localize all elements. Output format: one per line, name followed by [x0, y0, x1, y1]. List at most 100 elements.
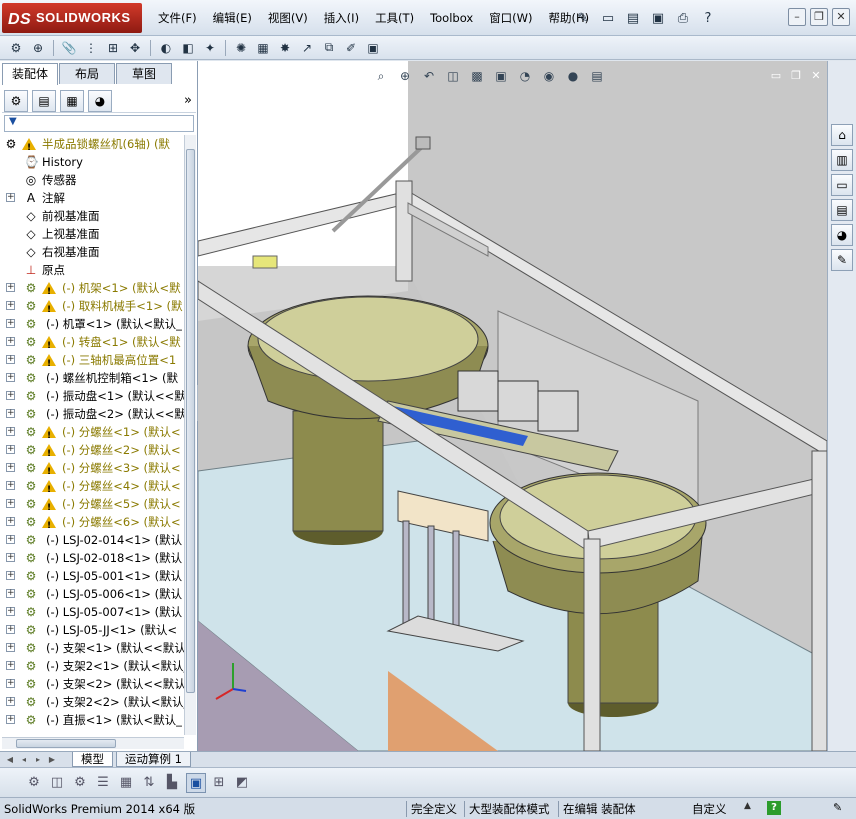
export-icon[interactable]: ◩ — [232, 773, 252, 793]
notification-icon[interactable]: ✎ — [833, 801, 847, 815]
expand-toggle[interactable]: + — [6, 571, 15, 580]
zoom-area-icon[interactable]: ⊕ — [396, 67, 414, 85]
grid-icon[interactable]: ▦ — [116, 773, 136, 793]
minimize-button[interactable]: – — [788, 8, 806, 26]
tab-layout[interactable]: 布局 — [59, 63, 115, 84]
viewport-restore-icon[interactable]: ❐ — [789, 69, 803, 83]
tree-root[interactable]: ⚙ 半成品锁螺丝机(6轴) (默 — [0, 135, 184, 157]
move-component-icon[interactable]: ✥ — [125, 38, 145, 58]
interference-icon[interactable]: ⧉ — [319, 38, 339, 58]
expand-toggle[interactable]: + — [6, 481, 15, 490]
appearances-icon[interactable]: ◕ — [831, 224, 853, 246]
mate-list-icon[interactable]: ⇅ — [139, 773, 159, 793]
table-icon[interactable]: ⊞ — [209, 773, 229, 793]
expand-toggle[interactable]: + — [6, 409, 15, 418]
tree-item-annotations[interactable]: + A 注解 — [0, 189, 184, 207]
large-assembly-status[interactable]: 大型装配体模式 — [464, 801, 554, 817]
expand-toggle[interactable]: + — [6, 661, 15, 670]
expand-toggle[interactable]: + — [6, 697, 15, 706]
mate-icon[interactable]: 📎 — [59, 38, 79, 58]
tree-item-history[interactable]: ⌚ History — [0, 153, 184, 171]
expand-toggle[interactable]: + — [6, 427, 15, 436]
menu-window[interactable]: 窗口(W) — [481, 9, 540, 27]
edit-component-icon[interactable]: ⚙ — [6, 38, 26, 58]
expand-toggle[interactable]: + — [6, 355, 15, 364]
scroll-thumb[interactable] — [16, 739, 116, 748]
open-folder-icon[interactable]: ▤ — [622, 8, 644, 28]
expand-toggle[interactable]: + — [6, 373, 15, 382]
tree-component-row[interactable]: + ⚙ (-) LSJ-05-001<1> (默认 — [0, 567, 184, 585]
bill-of-materials-icon[interactable]: ▦ — [253, 38, 273, 58]
tab-sketch[interactable]: 草图 — [116, 63, 172, 84]
custom-properties-icon[interactable]: ✎ — [831, 249, 853, 271]
resources-home-icon[interactable]: ⌂ — [831, 124, 853, 146]
expand-toggle[interactable]: + — [6, 283, 15, 292]
prev-tab-icon[interactable]: ◂ — [18, 754, 30, 766]
tree-component-row[interactable]: + ⚙ (-) 分螺丝<2> (默认< — [0, 441, 184, 463]
property-manager-icon[interactable]: ▤ — [32, 89, 56, 112]
save-icon[interactable]: ▣ — [647, 8, 669, 28]
help-question-icon[interactable]: ? — [697, 8, 719, 28]
tree-item-sensors[interactable]: ◎ 传感器 — [0, 171, 184, 189]
view-palette-icon[interactable]: ▤ — [831, 199, 853, 221]
tree-filter[interactable]: ▼ — [4, 115, 194, 132]
graphics-viewport[interactable]: ⌕ ⊕ ↶ ◫ ▩ ▣ ◔ ◉ ● ▤ ▭ ❐ ✕ — [198, 61, 827, 751]
expand-toggle[interactable]: + — [6, 391, 15, 400]
tab-model[interactable]: 模型 — [72, 752, 113, 767]
expand-toggle[interactable]: + — [6, 643, 15, 652]
tree-component-row[interactable]: + ⚙ (-) 分螺丝<1> (默认< — [0, 423, 184, 445]
tree-component-row[interactable]: + ⚙ (-) 转盘<1> (默认<默 — [0, 333, 184, 355]
next-tab-icon[interactable]: ▸ — [32, 754, 44, 766]
new-motion-study-icon[interactable]: ✺ — [231, 38, 251, 58]
view-cube-icon[interactable]: ◫ — [47, 773, 67, 793]
expand-toggle[interactable]: + — [6, 535, 15, 544]
tree-component-row[interactable]: + ⚙ (-) 支架2<1> (默认<默认_ — [0, 657, 184, 675]
section-view-icon[interactable]: ◫ — [444, 67, 462, 85]
dynamic-annotation-icon[interactable]: ▩ — [468, 67, 486, 85]
view-orientation-icon[interactable]: ▣ — [492, 67, 510, 85]
shaded-view-icon[interactable]: ▣ — [186, 773, 206, 793]
instant3d-icon[interactable]: ✐ — [341, 38, 361, 58]
tree-component-row[interactable]: + ⚙ (-) LSJ-02-018<1> (默认 — [0, 549, 184, 567]
expand-toggle[interactable]: + — [6, 193, 15, 202]
tree-vertical-scrollbar[interactable] — [184, 135, 196, 735]
insert-component-icon[interactable]: ⊕ — [28, 38, 48, 58]
tree-component-row[interactable]: + ⚙ (-) LSJ-02-014<1> (默认 — [0, 531, 184, 549]
viewport-close-icon[interactable]: ✕ — [809, 69, 823, 83]
display-style-icon[interactable]: ◔ — [516, 67, 534, 85]
expand-toggle[interactable]: + — [6, 553, 15, 562]
tree-component-row[interactable]: + ⚙ (-) 机罩<1> (默认<默认_ — [0, 315, 184, 333]
assembly-features-icon[interactable]: ◧ — [178, 38, 198, 58]
expand-toggle[interactable]: + — [6, 715, 15, 724]
large-assembly-icon[interactable]: ▣ — [363, 38, 383, 58]
solidworks-logo[interactable]: DS SOLIDWORKS — [2, 3, 142, 33]
expand-toggle[interactable]: + — [6, 679, 15, 688]
tree-item-origin[interactable]: ⊥ 原点 — [0, 261, 184, 279]
pin-icon[interactable]: ✎ — [572, 8, 594, 28]
menu-tools[interactable]: 工具(T) — [367, 9, 422, 27]
list-icon[interactable]: ☰ — [93, 773, 113, 793]
zoom-to-fit-icon[interactable]: ⌕ — [372, 67, 390, 85]
tree-component-row[interactable]: + ⚙ (-) 支架2<2> (默认<默认_ — [0, 693, 184, 711]
tree-component-row[interactable]: + ⚙ (-) 螺丝机控制箱<1> (默 — [0, 369, 184, 387]
tree-component-row[interactable]: + ⚙ (-) LSJ-05-JJ<1> (默认< — [0, 621, 184, 639]
tree-component-row[interactable]: + ⚙ (-) LSJ-05-006<1> (默认 — [0, 585, 184, 603]
quick-tips-icon[interactable]: ? — [767, 801, 781, 815]
reference-geometry-icon[interactable]: ✦ — [200, 38, 220, 58]
viewport-minimize-icon[interactable]: ▭ — [769, 69, 783, 83]
tree-component-row[interactable]: + ⚙ (-) LSJ-05-007<1> (默认 — [0, 603, 184, 621]
tree-component-row[interactable]: + ⚙ (-) 支架<2> (默认<<默认_ — [0, 675, 184, 693]
component-pattern-icon[interactable]: ⋮ — [81, 38, 101, 58]
expand-toggle[interactable]: + — [6, 499, 15, 508]
menu-view[interactable]: 视图(V) — [260, 9, 316, 27]
expand-toggle[interactable]: + — [6, 445, 15, 454]
tree-component-row[interactable]: + ⚙ (-) 分螺丝<3> (默认< — [0, 459, 184, 481]
display-manager-icon[interactable]: ◕ — [88, 89, 112, 112]
edit-appearance-icon[interactable]: ● — [564, 67, 582, 85]
tree-component-row[interactable]: + ⚙ (-) 分螺丝<6> (默认< — [0, 513, 184, 535]
tree-component-row[interactable]: + ⚙ (-) 直振<1> (默认<默认_ — [0, 711, 184, 729]
smart-fasteners-icon[interactable]: ⊞ — [103, 38, 123, 58]
flatten-icon[interactable]: ⚙ — [24, 773, 44, 793]
units-arrow-icon[interactable]: ▲ — [744, 801, 751, 811]
show-hidden-icon[interactable]: ◐ — [156, 38, 176, 58]
